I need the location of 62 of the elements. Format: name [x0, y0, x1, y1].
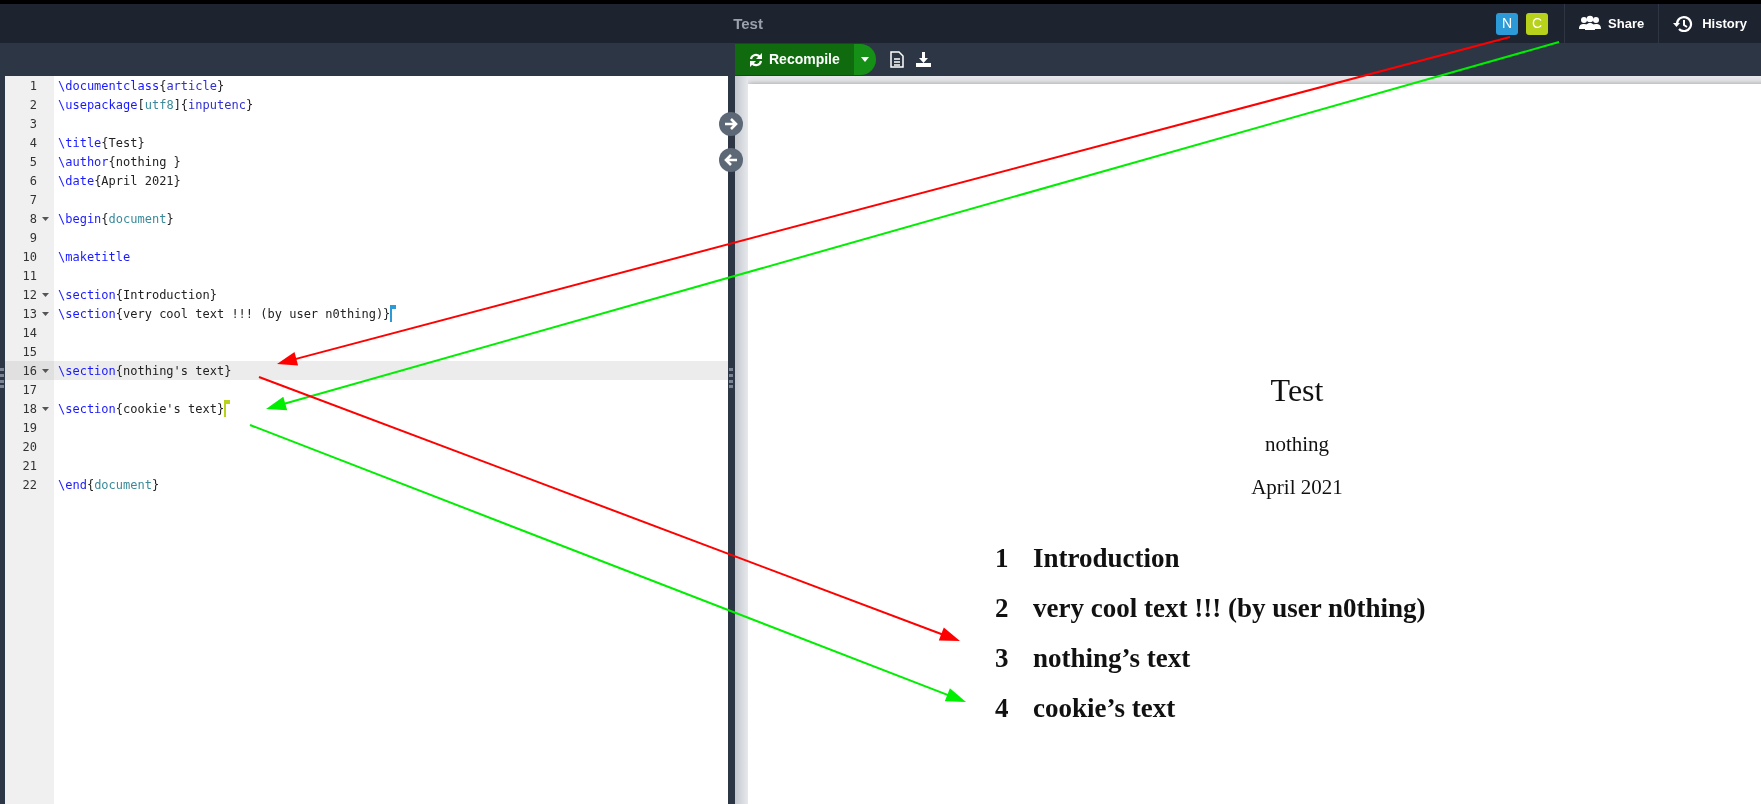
line-number: 2 — [28, 96, 37, 114]
code-line: \usepackage[utf8]{inputenc} — [58, 96, 254, 114]
resize-grip-icon[interactable] — [729, 368, 733, 388]
project-title: Test — [733, 14, 763, 32]
section-number: 1 — [995, 542, 1009, 573]
line-number: 10 — [21, 248, 37, 266]
people-icon — [1579, 15, 1602, 32]
code-line: \section{cookie's text} — [58, 400, 225, 418]
line-number: 3 — [28, 115, 37, 133]
caret-icon — [860, 57, 869, 62]
download-icon[interactable] — [915, 52, 931, 67]
section-heading: nothing’s text — [1033, 641, 1191, 675]
line-number: 9 — [28, 229, 37, 247]
line-number: 12 — [21, 286, 37, 304]
line-number: 22 — [21, 476, 37, 494]
code-line: \begin{document} — [58, 210, 174, 228]
document-title: Test — [1270, 372, 1324, 408]
line-number: 15 — [21, 343, 37, 361]
line-number: 11 — [21, 267, 37, 285]
section-number: 3 — [995, 642, 1009, 673]
section-heading: cookie’s text — [1033, 691, 1176, 725]
expand-right-icon[interactable] — [719, 112, 743, 136]
expand-left-icon[interactable] — [719, 148, 743, 172]
fold-arrow-icon[interactable] — [42, 368, 49, 373]
fold-arrow-icon[interactable] — [42, 292, 49, 297]
section-number: 2 — [995, 592, 1009, 623]
line-number: 16 — [21, 362, 37, 380]
resize-grip-icon[interactable] — [0, 368, 4, 388]
code-line: \section{Introduction} — [58, 286, 217, 304]
code-line: \maketitle — [58, 248, 131, 266]
code-line: \section{nothing's text} — [58, 362, 232, 380]
line-number: 21 — [21, 457, 37, 475]
line-number: 17 — [21, 381, 37, 399]
fold-arrow-icon[interactable] — [42, 406, 49, 411]
line-number: 20 — [21, 438, 37, 456]
recompile-options-button[interactable] — [853, 44, 876, 75]
line-number: 1 — [28, 77, 37, 95]
code-line: \section{very cool text !!! (by user n0thing)} — [58, 305, 391, 323]
document-date: April 2021 — [1251, 474, 1343, 499]
document-icon[interactable] — [889, 51, 904, 68]
fold-arrow-icon[interactable] — [42, 216, 49, 221]
refresh-icon — [749, 52, 763, 67]
line-number: 14 — [21, 324, 37, 342]
fold-arrow-icon[interactable] — [42, 311, 49, 316]
line-number: 5 — [28, 153, 37, 171]
code-line: \end{document} — [58, 476, 160, 494]
line-number: 7 — [28, 191, 37, 209]
line-number: 4 — [28, 134, 37, 152]
line-number: 18 — [21, 400, 37, 418]
recompile-button[interactable]: Recompile — [735, 44, 854, 75]
code-line: \title{Test} — [58, 134, 145, 152]
line-number: 8 — [28, 210, 37, 228]
section-heading: very cool text !!! (by user n0thing) — [1033, 591, 1426, 625]
section-heading: Introduction — [1033, 541, 1180, 575]
code-line: \author{nothing } — [58, 153, 181, 171]
line-number: 13 — [21, 305, 37, 323]
code-line: \documentclass{article} — [58, 77, 225, 95]
line-number: 19 — [21, 419, 37, 437]
line-number: 6 — [28, 172, 37, 190]
document-author: nothing — [1264, 432, 1330, 456]
code-line: \date{April 2021} — [58, 172, 181, 190]
section-number: 4 — [995, 692, 1009, 723]
